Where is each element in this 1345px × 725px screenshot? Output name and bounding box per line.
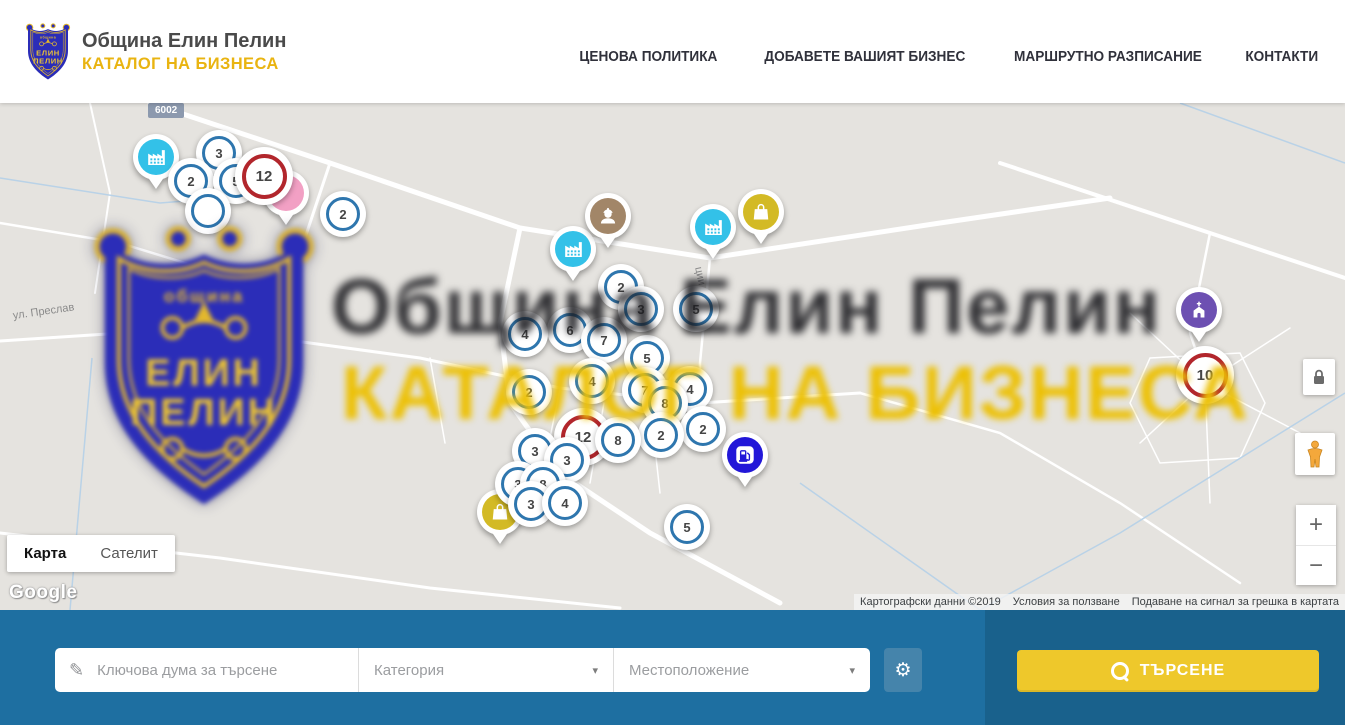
cluster-marker[interactable]: 2 <box>506 369 552 415</box>
map-data-copyright: Картографски данни ©2019 <box>854 596 1007 608</box>
map-canvas[interactable]: 6002 32512223564754274822128333834510ул.… <box>0 103 1345 610</box>
category-select-label: Категория <box>374 662 444 679</box>
keyword-field: ✎ <box>55 648 358 692</box>
main-nav: ЦЕНОВА ПОЛИТИКА ДОБАВЕТЕ ВАШИЯТ БИЗНЕС М… <box>575 49 1321 65</box>
road-number-badge: 6002 <box>148 103 184 118</box>
cluster-marker[interactable] <box>185 188 231 234</box>
nav-add-your-business[interactable]: ДОБАВЕТЕ ВАШИЯТ БИЗНЕС <box>764 49 965 65</box>
terms-of-use-link[interactable]: Условия за ползване <box>1007 596 1126 608</box>
pencil-icon: ✎ <box>69 660 84 681</box>
site-subtitle: КАТАЛОГ НА БИЗНЕСА <box>82 55 286 74</box>
chevron-down-icon: ▾ <box>849 664 855 677</box>
lock-button[interactable] <box>1303 359 1335 395</box>
municipality-crest-icon <box>24 21 72 82</box>
site-logo[interactable]: Община Елин Пелин КАТАЛОГ НА БИЗНЕСА <box>24 21 286 82</box>
cluster-marker[interactable]: 3 <box>618 286 664 332</box>
search-fields: ✎ Категория ▾ Местоположение ▾ <box>55 648 870 692</box>
pegman-icon <box>1305 440 1325 468</box>
search-button-label: ТЪРСЕНЕ <box>1140 662 1225 680</box>
cluster-marker[interactable]: 4 <box>502 311 548 357</box>
map-attribution: Картографски данни ©2019 Условия за полз… <box>854 594 1345 610</box>
map-type-map-button[interactable]: Карта <box>7 535 83 572</box>
cluster-marker[interactable]: 5 <box>664 504 710 550</box>
shopping-pin-marker[interactable] <box>738 189 784 235</box>
site-header: Община Елин Пелин КАТАЛОГ НА БИЗНЕСА ЦЕН… <box>0 0 1345 103</box>
search-bar-right-panel: ТЪРСЕНЕ <box>985 610 1345 725</box>
church-pin-marker[interactable] <box>1176 287 1222 333</box>
nav-route-schedule[interactable]: МАРШРУТНО РАЗПИСАНИЕ <box>1014 49 1202 65</box>
map-type-control: Карта Сателит <box>7 535 175 572</box>
worker-pin-marker[interactable] <box>585 193 631 239</box>
google-logo[interactable]: Google <box>9 582 77 604</box>
advanced-settings-button[interactable]: ⚙ <box>884 648 922 692</box>
search-icon <box>1111 662 1129 680</box>
cluster-marker[interactable]: 2 <box>320 191 366 237</box>
zoom-out-button[interactable]: − <box>1296 545 1336 585</box>
search-bar: ТЪРСЕНЕ ✎ Категория ▾ Местоположение ▾ ⚙ <box>0 610 1345 725</box>
gear-icon: ⚙ <box>894 660 911 681</box>
page: Община Елин Пелин КАТАЛОГ НА БИЗНЕСА ЦЕН… <box>0 0 1345 725</box>
pegman-button[interactable] <box>1295 433 1335 475</box>
cluster-marker[interactable]: 7 <box>581 317 627 363</box>
cluster-marker[interactable]: 2 <box>638 412 684 458</box>
cluster-marker[interactable]: 4 <box>569 358 615 404</box>
zoom-in-button[interactable]: + <box>1296 505 1336 545</box>
search-button[interactable]: ТЪРСЕНЕ <box>1017 650 1319 692</box>
factory-pin-marker[interactable] <box>690 204 736 250</box>
location-select[interactable]: Местоположение ▾ <box>613 648 870 692</box>
keyword-input[interactable] <box>95 661 344 680</box>
lock-icon <box>1312 369 1326 385</box>
fuel-pin-marker[interactable] <box>722 432 768 478</box>
report-map-error-link[interactable]: Подаване на сигнал за грешка в картата <box>1126 596 1345 608</box>
cluster-marker[interactable]: 4 <box>542 480 588 526</box>
site-title: Община Елин Пелин <box>82 30 286 53</box>
cluster-marker[interactable]: 5 <box>673 286 719 332</box>
nav-contacts[interactable]: КОНТАКТИ <box>1246 49 1319 65</box>
cluster-marker[interactable]: 10 <box>1176 346 1234 404</box>
chevron-down-icon: ▾ <box>592 664 598 677</box>
location-select-label: Местоположение <box>629 662 749 679</box>
nav-pricing-policy[interactable]: ЦЕНОВА ПОЛИТИКА <box>579 49 717 65</box>
cluster-marker[interactable]: 12 <box>235 147 293 205</box>
cluster-marker[interactable]: 2 <box>680 406 726 452</box>
map-type-satellite-button[interactable]: Сателит <box>83 535 175 572</box>
category-select[interactable]: Категория ▾ <box>358 648 613 692</box>
zoom-control: + − <box>1296 505 1336 585</box>
cluster-marker[interactable]: 8 <box>595 417 641 463</box>
